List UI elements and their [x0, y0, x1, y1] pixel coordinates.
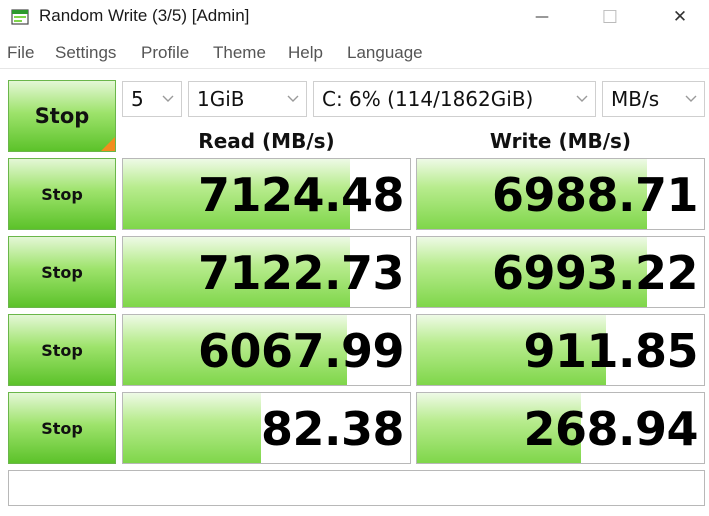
write-value: 911.85 [523, 324, 698, 378]
read-value: 6067.99 [197, 324, 405, 378]
menu-help[interactable]: Help [288, 43, 323, 63]
read-value: 7124.48 [197, 168, 405, 222]
menu-language[interactable]: Language [347, 43, 423, 63]
maximize-button[interactable]: ☐ [587, 0, 633, 34]
row-stop-label: Stop [41, 340, 83, 360]
unit-value: MB/s [611, 87, 660, 111]
menu-file[interactable]: File [7, 43, 34, 63]
row-stop-label: Stop [41, 418, 83, 438]
write-header: Write (MB/s) [489, 129, 632, 153]
all-stop-label: Stop [34, 104, 90, 128]
row-3-write-cell: 911.85 [416, 314, 705, 386]
read-value: 7122.73 [197, 246, 405, 300]
test-size-select[interactable]: 1GiB [188, 81, 307, 117]
close-button[interactable]: ✕ [657, 0, 703, 34]
menu-settings[interactable]: Settings [55, 43, 116, 63]
maximize-icon: ☐ [601, 6, 619, 28]
read-bar [123, 393, 261, 463]
comment-input[interactable] [8, 470, 705, 506]
row-2-stop-button[interactable]: Stop [8, 236, 116, 308]
write-value: 6988.71 [491, 168, 699, 222]
menu-bar: File Settings Profile Theme Help Languag… [0, 37, 709, 69]
chevron-down-icon [155, 82, 181, 116]
corner-marker [101, 137, 115, 151]
row-1-write-cell: 6988.71 [416, 158, 705, 230]
unit-select[interactable]: MB/s [602, 81, 705, 117]
chevron-down-icon [678, 82, 704, 116]
close-icon: ✕ [672, 7, 688, 27]
chevron-down-icon [280, 82, 306, 116]
minimize-button[interactable]: — [519, 0, 565, 34]
all-stop-button[interactable]: Stop [8, 80, 116, 152]
row-3-stop-button[interactable]: Stop [8, 314, 116, 386]
row-stop-label: Stop [41, 262, 83, 282]
row-2-write-cell: 6993.22 [416, 236, 705, 308]
test-count-select[interactable]: 5 [122, 81, 182, 117]
minimize-icon: — [535, 9, 549, 25]
test-size-value: 1GiB [197, 87, 245, 111]
title-bar: Random Write (3/5) [Admin] — ☐ ✕ [0, 0, 709, 34]
row-3-read-cell: 6067.99 [122, 314, 411, 386]
drive-value: C: 6% (114/1862GiB) [322, 87, 534, 111]
read-value: 82.38 [260, 402, 405, 456]
app-window-icon [11, 9, 29, 25]
row-4-read-cell: 82.38 [122, 392, 411, 464]
menu-profile[interactable]: Profile [141, 43, 189, 63]
row-1-read-cell: 7124.48 [122, 158, 411, 230]
drive-select[interactable]: C: 6% (114/1862GiB) [313, 81, 596, 117]
write-value: 268.94 [523, 402, 698, 456]
row-stop-label: Stop [41, 184, 83, 204]
read-header: Read (MB/s) [198, 129, 335, 153]
row-1-stop-button[interactable]: Stop [8, 158, 116, 230]
write-value: 6993.22 [491, 246, 699, 300]
row-4-stop-button[interactable]: Stop [8, 392, 116, 464]
menu-theme[interactable]: Theme [213, 43, 266, 63]
chevron-down-icon [569, 82, 595, 116]
window-title: Random Write (3/5) [Admin] [39, 6, 250, 25]
test-count-value: 5 [131, 87, 144, 111]
row-4-write-cell: 268.94 [416, 392, 705, 464]
row-2-read-cell: 7122.73 [122, 236, 411, 308]
